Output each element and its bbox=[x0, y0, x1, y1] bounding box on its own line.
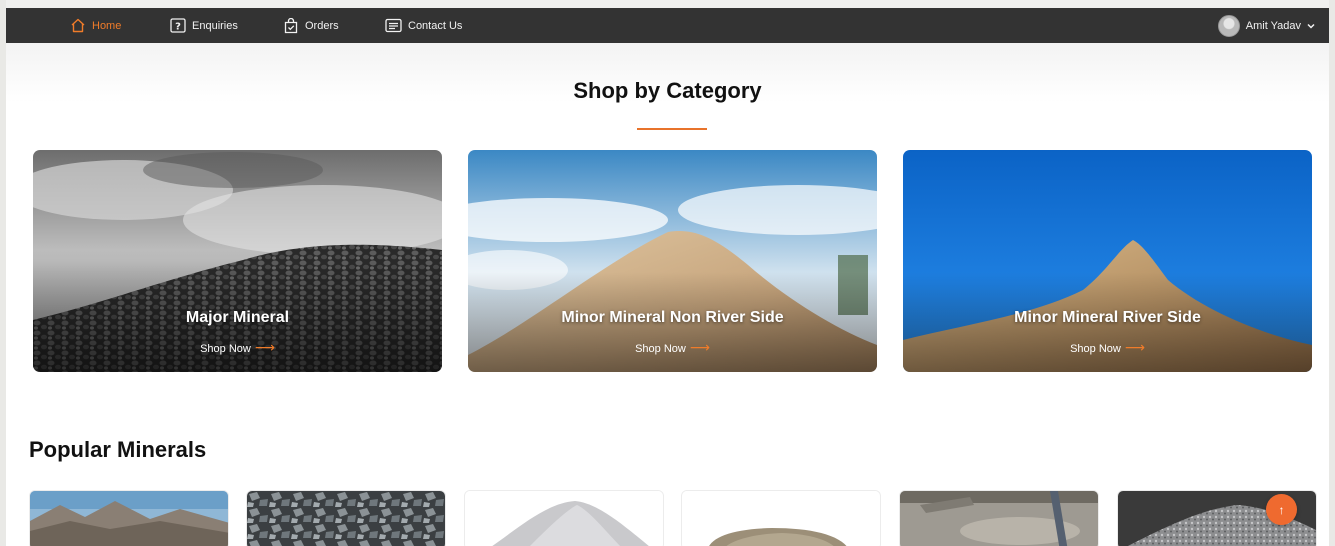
mineral-card[interactable] bbox=[29, 490, 229, 546]
nav-label-home: Home bbox=[92, 19, 122, 32]
avatar bbox=[1217, 14, 1240, 37]
section-title-shop-by-category: Shop by Category bbox=[573, 78, 762, 103]
arrow-right-icon: ⟶ bbox=[1124, 339, 1145, 355]
category-card-minor-mineral-non-river-side[interactable]: Minor Mineral Non River Side Shop Now ⟶ bbox=[468, 150, 877, 372]
mineral-card[interactable] bbox=[464, 490, 664, 546]
nav-item-contact-us[interactable]: Contact Us bbox=[385, 8, 462, 43]
nav-item-home[interactable]: Home bbox=[70, 8, 121, 43]
nav-item-orders[interactable]: Orders bbox=[283, 8, 339, 43]
mineral-image-concrete-pour bbox=[900, 491, 1098, 546]
mineral-card[interactable] bbox=[899, 490, 1099, 546]
shop-now-label: Shop Now bbox=[635, 343, 686, 355]
arrow-right-icon: ⟶ bbox=[689, 339, 710, 355]
arrow-up-icon: ↑ bbox=[1278, 502, 1285, 517]
svg-text:?: ? bbox=[175, 22, 181, 33]
shop-now-link[interactable]: Shop Now ⟶ bbox=[468, 339, 877, 356]
mineral-card[interactable] bbox=[246, 490, 446, 546]
category-label: Minor Mineral Non River Side bbox=[561, 309, 784, 326]
arrow-right-icon: ⟶ bbox=[254, 339, 275, 355]
category-label: Minor Mineral River Side bbox=[1014, 309, 1201, 326]
nav-label-orders: Orders bbox=[305, 19, 339, 32]
category-label: Major Mineral bbox=[185, 309, 290, 326]
home-icon bbox=[70, 18, 86, 33]
message-icon bbox=[385, 18, 402, 33]
top-strip bbox=[6, 0, 1329, 8]
user-name: Amit Yadav bbox=[1245, 19, 1301, 32]
chevron-down-icon bbox=[1307, 20, 1315, 32]
shopping-bag-icon bbox=[283, 17, 299, 34]
nav-item-enquiries[interactable]: ? Enquiries bbox=[170, 8, 238, 43]
mineral-card[interactable] bbox=[681, 490, 881, 546]
main-navbar: Home ? Enquiries Orders Contact Us Amit … bbox=[6, 8, 1329, 43]
nav-label-contact-us: Contact Us bbox=[408, 19, 463, 32]
nav-label-enquiries: Enquiries bbox=[192, 19, 238, 32]
user-menu[interactable]: Amit Yadav bbox=[1217, 8, 1315, 43]
shop-now-link[interactable]: Shop Now ⟶ bbox=[903, 339, 1312, 356]
shop-now-label: Shop Now bbox=[1070, 343, 1121, 355]
shop-now-link[interactable]: Shop Now ⟶ bbox=[33, 339, 442, 356]
mineral-image-boulder bbox=[682, 491, 880, 546]
mineral-image-powder-pile bbox=[465, 491, 663, 546]
section-title-popular-minerals: Popular Minerals bbox=[29, 437, 207, 462]
question-icon: ? bbox=[170, 18, 186, 33]
scroll-to-top-button[interactable]: ↑ bbox=[1266, 494, 1297, 525]
category-card-major-mineral[interactable]: Major Mineral Shop Now ⟶ bbox=[33, 150, 442, 372]
mineral-image-gravel bbox=[247, 491, 445, 546]
title-underline bbox=[637, 128, 707, 130]
mineral-image-mountain bbox=[30, 491, 228, 546]
shop-now-label: Shop Now bbox=[200, 343, 251, 355]
category-card-minor-mineral-river-side[interactable]: Minor Mineral River Side Shop Now ⟶ bbox=[903, 150, 1312, 372]
